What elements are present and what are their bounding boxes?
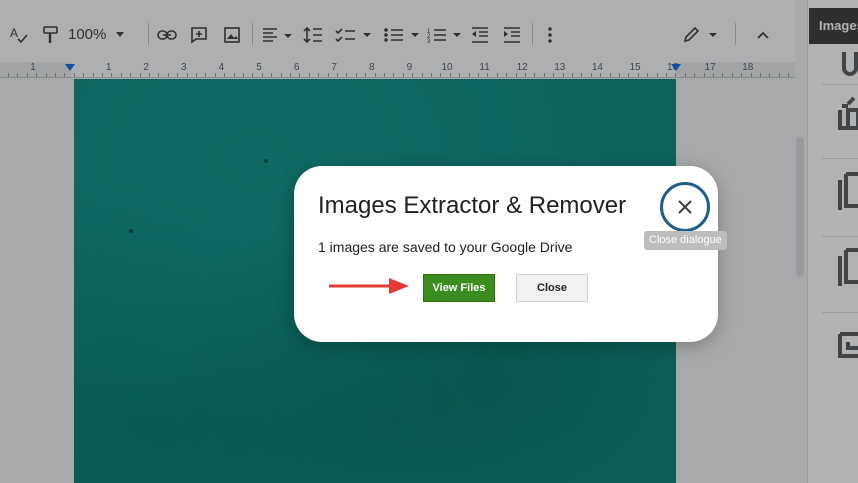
close-dialog-tooltip: Close dialogue [644,231,727,250]
images-extractor-dialog: Images Extractor & Remover 1 images are … [294,166,718,342]
dialog-title: Images Extractor & Remover [318,192,627,219]
annotation-arrow-icon [329,278,409,294]
dialog-message: 1 images are saved to your Google Drive [318,239,573,255]
view-files-button[interactable]: View Files [423,274,495,302]
close-icon [678,200,692,214]
close-dialog-button[interactable] [660,182,710,232]
close-button[interactable]: Close [516,274,588,302]
